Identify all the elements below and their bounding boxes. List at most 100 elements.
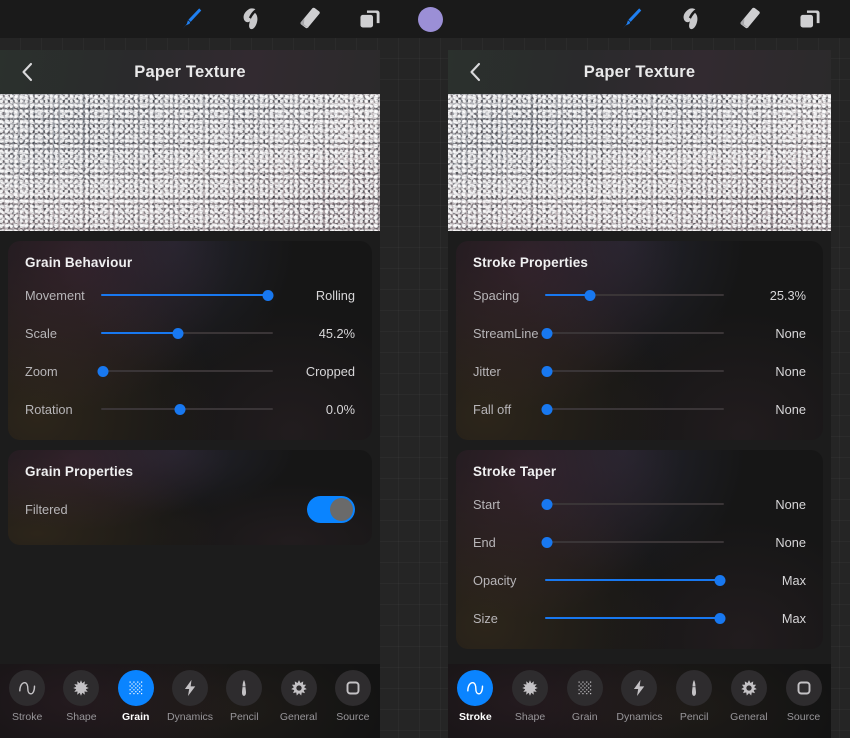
slider-value: 25.3%	[769, 287, 806, 303]
smudge-icon	[683, 8, 698, 30]
slider-thumb[interactable]	[97, 365, 109, 377]
tab-shape[interactable]: Shape	[55, 670, 107, 723]
slider-thumb[interactable]	[541, 403, 553, 415]
page-title: Paper Texture	[583, 62, 696, 81]
tab-source[interactable]: Source	[778, 670, 830, 723]
color-swatch[interactable]	[400, 0, 460, 38]
slider-zoom[interactable]	[97, 363, 273, 379]
tab-icon-disc	[457, 670, 494, 706]
slider-fill	[545, 578, 721, 582]
slider-row: Rotation 0.0%	[8, 390, 372, 428]
slider-value: None	[775, 325, 806, 341]
right-settings-list: Stroke Properties Spacing 25.3% StreamLine N…	[448, 241, 831, 649]
tab-label: General	[730, 711, 768, 723]
brush-tool[interactable]	[600, 0, 660, 38]
slider-thumb[interactable]	[541, 498, 553, 510]
slider-row: StreamLine None	[456, 314, 823, 352]
tab-label: Pencil	[679, 711, 709, 723]
source-square-icon	[797, 681, 811, 695]
card-title: Grain Behaviour	[25, 255, 133, 270]
back-button[interactable]	[458, 50, 492, 94]
slider-label: Zoom	[25, 363, 58, 379]
slider-opacity[interactable]	[545, 572, 726, 588]
tab-stroke[interactable]: Stroke	[1, 670, 53, 723]
slider-track	[545, 332, 724, 334]
slider-thumb[interactable]	[714, 612, 726, 624]
slider-value: None	[775, 534, 806, 550]
panel-header-right: Paper Texture	[448, 50, 831, 94]
smudge-tool[interactable]	[220, 0, 280, 38]
slider-fall-off[interactable]	[541, 401, 724, 417]
layers-tool[interactable]	[780, 0, 840, 38]
tab-shape[interactable]: Shape	[504, 670, 556, 723]
slider-thumb[interactable]	[541, 327, 553, 339]
tab-icon-disc	[280, 670, 317, 706]
settings-card: Grain Behaviour Movement Rolling Scale 45.2%…	[8, 241, 372, 440]
pencil-nib-icon	[242, 680, 247, 696]
filtered-toggle[interactable]	[307, 495, 355, 523]
color-circle-icon	[417, 6, 443, 32]
tab-label: Shape	[66, 711, 97, 723]
layers-tool[interactable]	[340, 0, 400, 38]
tab-grain[interactable]: Grain	[110, 670, 162, 723]
slider-track	[545, 503, 724, 505]
eraser-tool[interactable]	[720, 0, 780, 38]
brush-tool[interactable]	[160, 0, 220, 38]
slider-row: Fall off None	[456, 390, 823, 428]
slider-label: Start	[473, 496, 501, 512]
slider-start[interactable]	[541, 496, 724, 512]
slider-thumb[interactable]	[584, 289, 596, 301]
smudge-tool[interactable]	[660, 0, 720, 38]
tab-general[interactable]: General	[723, 670, 775, 723]
slider-row: Opacity Max	[456, 561, 823, 599]
tab-dynamics[interactable]: Dynamics	[164, 670, 216, 723]
gear-icon	[741, 680, 757, 696]
card-title: Stroke Taper	[473, 464, 557, 479]
paper-texture-preview	[0, 94, 380, 231]
tab-pencil[interactable]: Pencil	[668, 670, 720, 723]
slider-scale[interactable]	[101, 325, 273, 341]
chevron-left-icon	[22, 62, 33, 82]
tab-label: Stroke	[459, 711, 492, 723]
tab-dynamics[interactable]: Dynamics	[613, 670, 665, 723]
brush-studio-panel-left: Paper Texture Grain Behaviour Movement Rol…	[0, 50, 380, 738]
slider-thumb[interactable]	[714, 574, 726, 586]
tab-pencil[interactable]: Pencil	[218, 670, 270, 723]
slider-value: 45.2%	[318, 325, 355, 341]
pencil-nib-icon	[692, 680, 697, 696]
slider-movement[interactable]	[101, 287, 274, 303]
toggle-label: Filtered	[25, 501, 68, 517]
eraser-icon	[740, 7, 760, 29]
tab-icon-disc	[171, 670, 208, 706]
slider-size[interactable]	[545, 610, 726, 626]
slider-rotation[interactable]	[101, 401, 273, 417]
tab-bar-right: Stroke Shape Grain Dynamics Pencil General Sou…	[448, 664, 831, 738]
slider-label: Rotation	[25, 401, 73, 417]
slider-fill	[545, 616, 721, 620]
slider-thumb[interactable]	[262, 289, 274, 301]
tab-label: Source	[786, 711, 821, 723]
slider-spacing[interactable]	[545, 287, 724, 303]
slider-end[interactable]	[541, 534, 724, 550]
tab-grain[interactable]: Grain	[559, 670, 611, 723]
tab-icon-disc	[226, 670, 263, 706]
slider-label: Fall off	[473, 401, 512, 417]
slider-value: Rolling	[315, 287, 355, 303]
settings-card: Stroke Taper Start None End None Opacity Max Si…	[456, 450, 823, 649]
tab-icon-disc	[117, 670, 154, 706]
tab-stroke[interactable]: Stroke	[449, 670, 501, 723]
tab-source[interactable]: Source	[327, 670, 379, 723]
tab-general[interactable]: General	[273, 670, 325, 723]
slider-thumb[interactable]	[172, 327, 184, 339]
eraser-tool[interactable]	[280, 0, 340, 38]
slider-value: None	[775, 496, 806, 512]
paintbrush-icon	[182, 8, 202, 30]
back-button[interactable]	[10, 50, 44, 94]
tab-label: Stroke	[11, 711, 43, 723]
slider-thumb[interactable]	[541, 365, 553, 377]
slider-thumb[interactable]	[174, 403, 186, 415]
slider-label: Scale	[25, 325, 58, 341]
slider-thumb[interactable]	[541, 536, 553, 548]
slider-streamline[interactable]	[541, 325, 724, 341]
slider-jitter[interactable]	[541, 363, 724, 379]
